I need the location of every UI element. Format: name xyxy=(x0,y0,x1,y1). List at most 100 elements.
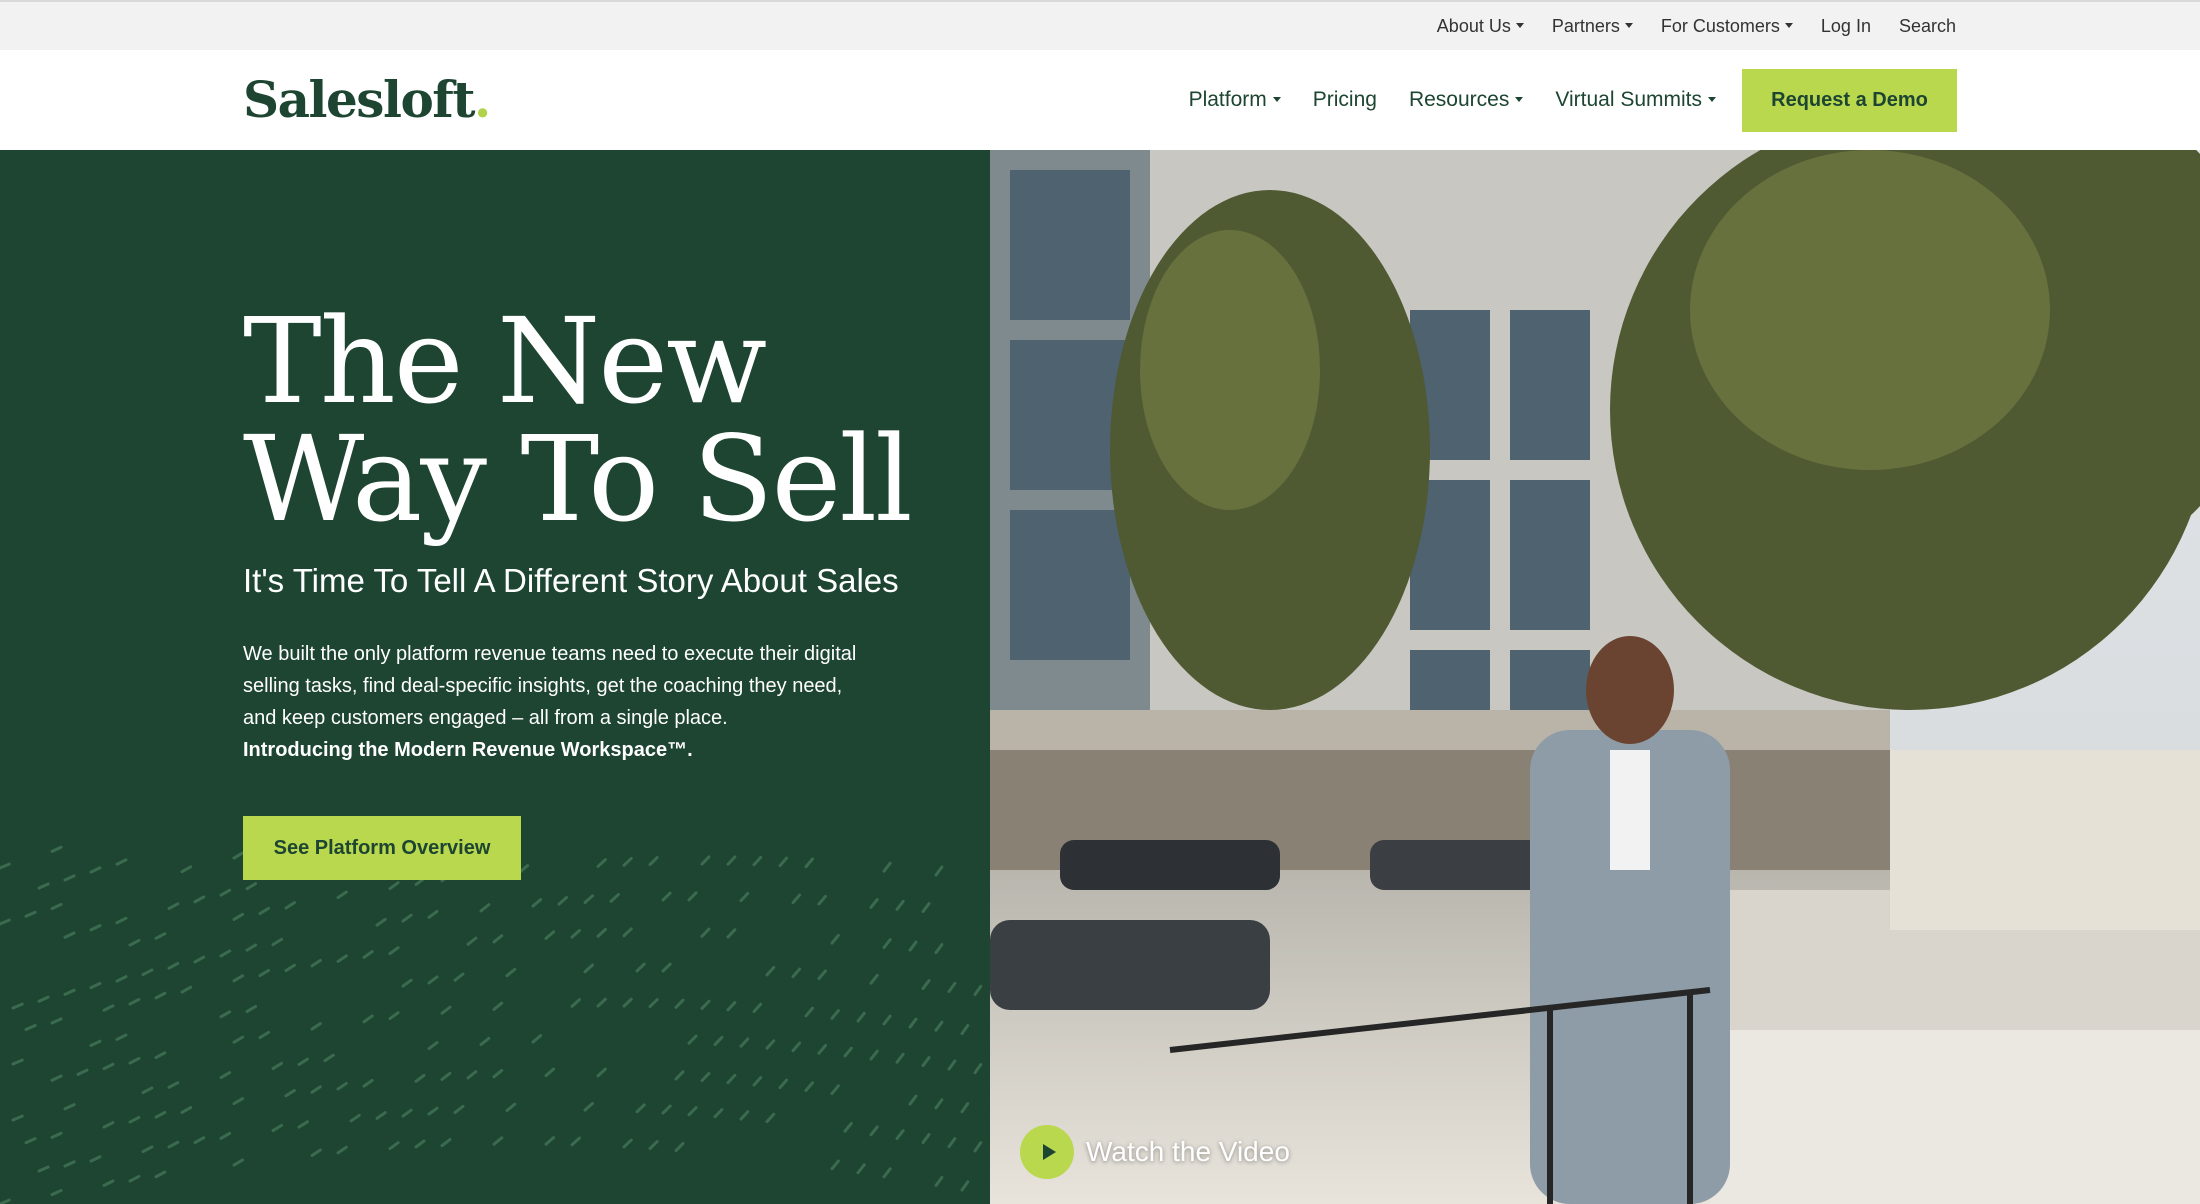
dash-mark xyxy=(143,970,152,975)
dash-mark xyxy=(949,983,955,991)
dash-mark xyxy=(416,1141,424,1147)
hero-video-panel[interactable]: Watch the Video xyxy=(990,150,2200,1204)
dash-mark xyxy=(780,1080,787,1088)
dash-mark xyxy=(104,1123,113,1127)
dash-mark xyxy=(949,1061,955,1069)
dash-mark xyxy=(962,1104,968,1112)
dash-mark xyxy=(234,1099,243,1104)
dash-mark xyxy=(793,895,800,903)
request-demo-button[interactable]: Request a Demo xyxy=(1742,69,1957,132)
dash-mark xyxy=(923,981,929,989)
dash-mark xyxy=(585,1103,592,1110)
dash-mark xyxy=(221,1012,230,1017)
dash-mark xyxy=(65,1105,74,1109)
dash-mark xyxy=(832,935,838,943)
dash-mark xyxy=(429,1043,437,1049)
dash-mark xyxy=(572,1138,579,1145)
dash-mark xyxy=(338,956,346,962)
dash-mark xyxy=(741,1112,748,1119)
utility-for-customers[interactable]: For Customers xyxy=(1661,16,1793,37)
dash-mark xyxy=(650,1142,657,1149)
dash-mark xyxy=(52,1019,61,1023)
dash-mark xyxy=(182,1108,191,1113)
dash-mark xyxy=(130,940,139,945)
dash-mark xyxy=(65,1162,74,1166)
nav-virtual-summits[interactable]: Virtual Summits xyxy=(1555,88,1716,112)
logo-dot: . xyxy=(474,70,490,129)
dash-mark xyxy=(429,911,437,917)
dash-mark xyxy=(65,876,74,880)
dash-mark xyxy=(442,1140,450,1146)
nav-resources[interactable]: Resources xyxy=(1409,88,1523,112)
dash-mark xyxy=(390,1013,398,1019)
dash-mark xyxy=(273,939,282,944)
utility-search[interactable]: Search xyxy=(1899,16,1956,37)
dash-mark xyxy=(351,1115,359,1121)
dash-mark xyxy=(494,1003,502,1009)
chevron-down-icon xyxy=(1785,23,1793,28)
nav-platform-label: Platform xyxy=(1189,88,1267,112)
dash-mark xyxy=(650,858,657,865)
utility-log-in-label: Log In xyxy=(1821,16,1871,37)
dash-mark xyxy=(442,1007,450,1013)
dash-mark xyxy=(728,1003,735,1010)
dash-mark xyxy=(130,999,139,1004)
dash-mark xyxy=(806,1083,812,1091)
dash-mark xyxy=(130,1117,139,1122)
chevron-down-icon xyxy=(1625,23,1633,28)
see-platform-overview-button[interactable]: See Platform Overview xyxy=(243,816,521,880)
dash-mark xyxy=(325,1055,333,1060)
dash-mark xyxy=(494,936,502,942)
watch-video-button[interactable]: Watch the Video xyxy=(1020,1125,1290,1179)
dash-mark xyxy=(26,1025,35,1029)
dash-mark xyxy=(585,896,592,903)
utility-partners[interactable]: Partners xyxy=(1552,16,1633,37)
dash-mark xyxy=(975,1143,981,1151)
salesloft-logo[interactable]: Salesloft. xyxy=(243,70,490,129)
dash-mark xyxy=(819,971,825,979)
dash-mark xyxy=(247,1006,256,1011)
dash-mark xyxy=(247,945,256,950)
dash-mark xyxy=(156,1112,165,1117)
dash-mark xyxy=(884,940,890,948)
hero-subtitle: It's Time To Tell A Different Story Abou… xyxy=(243,562,899,600)
dash-mark xyxy=(832,1086,838,1094)
dash-mark xyxy=(767,1041,774,1048)
dash-mark xyxy=(676,1000,683,1007)
dash-mark xyxy=(364,952,372,958)
dash-mark xyxy=(429,1108,437,1114)
dash-mark xyxy=(546,932,554,939)
dash-mark xyxy=(559,898,567,905)
dash-mark xyxy=(403,915,411,921)
dash-mark xyxy=(169,963,178,968)
dash-mark xyxy=(156,934,165,939)
dash-mark xyxy=(637,964,644,971)
utility-search-label: Search xyxy=(1899,16,1956,37)
dash-mark xyxy=(429,977,437,983)
dash-mark xyxy=(624,929,631,936)
dash-mark xyxy=(884,1016,890,1024)
nav-platform[interactable]: Platform xyxy=(1189,88,1281,112)
dash-mark xyxy=(741,1039,748,1046)
dash-mark xyxy=(234,914,243,919)
utility-bar: About Us Partners For Customers Log In S… xyxy=(0,0,2200,50)
play-icon xyxy=(1020,1125,1074,1179)
dash-mark xyxy=(13,1116,22,1120)
dash-mark xyxy=(169,1083,178,1088)
nav-pricing[interactable]: Pricing xyxy=(1313,88,1377,112)
dash-mark xyxy=(286,1090,294,1095)
utility-about-us[interactable]: About Us xyxy=(1437,16,1524,37)
dash-mark xyxy=(572,1000,579,1007)
dash-mark xyxy=(377,1113,385,1119)
dash-mark xyxy=(234,976,243,981)
dash-mark xyxy=(156,1053,165,1058)
dash-mark xyxy=(26,912,35,916)
dash-mark xyxy=(234,1160,243,1165)
dash-mark xyxy=(754,857,761,864)
utility-log-in[interactable]: Log In xyxy=(1821,16,1871,37)
dash-mark xyxy=(715,1037,722,1044)
dash-mark xyxy=(702,929,709,936)
dash-mark xyxy=(65,990,74,994)
dash-mark xyxy=(273,1063,282,1068)
dash-mark xyxy=(871,1051,877,1059)
